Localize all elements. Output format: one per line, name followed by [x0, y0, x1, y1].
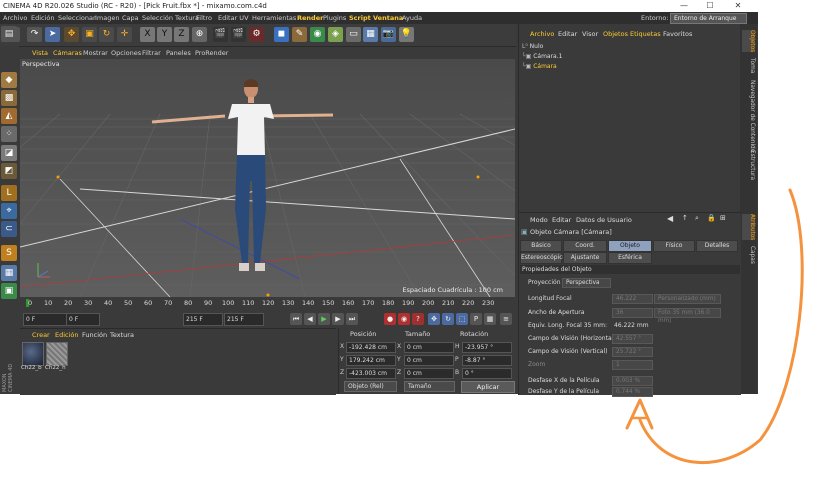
annotation-arrow	[625, 188, 804, 464]
